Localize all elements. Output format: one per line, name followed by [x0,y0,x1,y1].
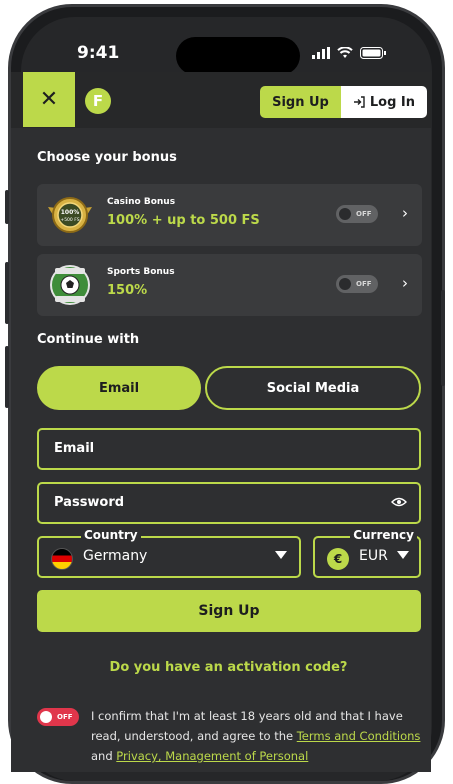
country-value: Germany [83,548,148,564]
activation-code-link[interactable]: Do you have an activation code? [11,660,446,675]
chevron-right-icon: › [402,204,408,222]
toggle-knob [339,278,351,290]
header-signup-button[interactable]: Sign Up [260,86,341,118]
toggle-state: OFF [57,713,73,721]
tab-email[interactable]: Email [37,366,201,410]
casino-bonus-value: 100% + up to 500 FS [107,213,260,228]
brand-logo: F [85,88,111,114]
consent-text: I confirm that I'm at least 18 years old… [91,706,426,766]
side-button-power [441,290,445,386]
close-icon: ✕ [39,87,59,112]
status-time: 9:41 [77,43,120,63]
toggle-state: OFF [356,210,372,218]
login-label: Log In [369,94,415,110]
germany-flag-icon [51,548,73,570]
side-button-volume-up [5,262,9,324]
casino-bonus-label: Casino Bonus [107,197,176,207]
currency-label: Currency [350,528,417,542]
status-bar: 9:41 [21,17,432,77]
country-select[interactable]: Country Germany [37,528,301,578]
sports-bonus-toggle[interactable]: OFF [336,275,378,293]
login-icon [353,96,365,108]
signal-icon [312,47,330,59]
tab-social-media[interactable]: Social Media [205,366,421,410]
email-placeholder: Email [54,441,95,456]
toggle-knob [40,711,52,723]
toggle-knob [339,208,351,220]
privacy-link[interactable]: Privacy, Management of Personal [116,749,308,763]
bonus-card-casino[interactable]: 100% +500 FS Casino Bonus 100% + up to 5… [37,184,422,246]
currency-value: EUR [359,548,388,564]
header-login-button[interactable]: Log In [340,86,427,118]
casino-bonus-toggle[interactable]: OFF [336,205,378,223]
app-screen: ✕ F Sign Up Log In Choose your bonus 100… [11,72,431,772]
toggle-state: OFF [356,280,372,288]
close-button[interactable]: ✕ [23,72,75,127]
bonus-section-title: Choose your bonus [37,150,177,165]
consent-and: and [91,749,117,763]
side-button-volume-down [5,346,9,408]
euro-icon: € [327,548,349,570]
top-bar: ✕ F Sign Up Log In [11,72,431,128]
sports-bonus-value: 150% [107,283,148,298]
status-icons [312,47,386,59]
casino-bonus-badge-icon: 100% +500 FS [48,197,92,233]
sports-bonus-label: Sports Bonus [107,267,175,277]
continue-section-title: Continue with [37,332,140,347]
email-field[interactable]: Email [37,428,421,470]
currency-select[interactable]: Currency € EUR [313,528,421,578]
country-label: Country [81,528,141,542]
side-button-mute [5,190,9,224]
password-placeholder: Password [54,495,125,510]
battery-icon [360,47,386,59]
bonus-card-sports[interactable]: Sports Bonus 150% OFF › [37,254,422,316]
chevron-right-icon: › [402,274,408,292]
password-field[interactable]: Password [37,482,421,524]
terms-link[interactable]: Terms and Conditions [297,729,421,743]
caret-down-icon [397,551,409,559]
auth-buttons: Sign Up Log In [260,86,427,118]
svg-text:100%: 100% [61,209,80,216]
sports-bonus-badge-icon [50,265,90,305]
age-consent-toggle[interactable]: OFF [37,708,79,726]
caret-down-icon [275,551,287,559]
wifi-icon [337,47,353,58]
eye-icon[interactable] [391,496,407,508]
dynamic-island [176,37,300,75]
signup-submit-button[interactable]: Sign Up [37,590,421,632]
svg-text:+500 FS: +500 FS [60,217,79,223]
